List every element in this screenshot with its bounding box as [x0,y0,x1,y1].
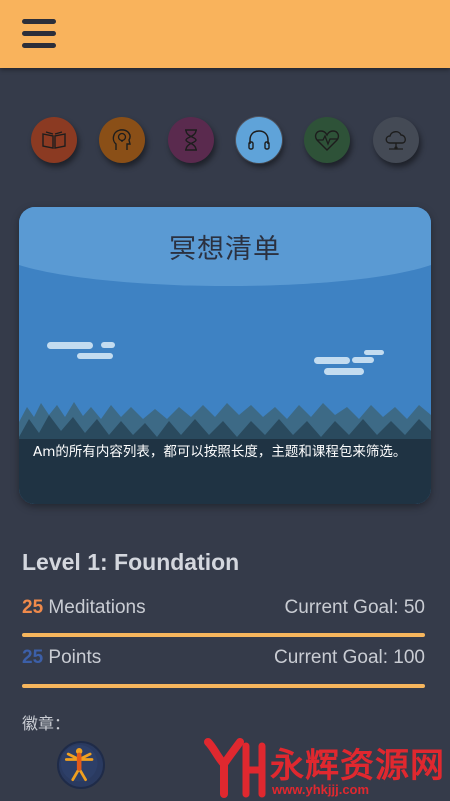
meditations-label: Meditations [43,597,146,618]
card-title: 冥想清单 [169,234,281,265]
badge-item[interactable] [57,741,105,789]
category-audio-button[interactable] [236,117,282,163]
meditations-progress-bar [22,633,425,637]
category-health-button[interactable] [304,117,350,163]
open-book-icon [42,131,66,149]
meditations-goal: Current Goal: 50 [284,597,425,618]
points-progress-bar [22,684,425,688]
meditations-count: 25 [22,597,44,618]
vitruvian-man-icon [60,744,98,782]
cloud-network-icon [385,131,406,150]
level-title: Level 1: Foundation [22,549,240,575]
category-timer-button[interactable] [168,117,214,163]
category-books-button[interactable] [31,117,77,163]
card-description: Am的所有内容列表，都可以按照长度，主题和课程包来筛选。 [33,444,407,460]
hamburger-menu-icon[interactable] [22,17,56,51]
points-stat-row: 25 Points Current Goal: 100 [22,647,425,677]
watermark-logo-icon [204,738,266,798]
app-bar [0,0,450,68]
category-row [0,117,450,165]
category-cloud-button[interactable] [373,117,419,163]
heartbeat-icon [314,130,340,151]
points-goal: Current Goal: 100 [273,647,425,668]
watermark-url: www.yhkjjj.com [272,782,370,797]
headphones-icon [248,130,270,150]
points-count: 25 [22,647,44,668]
head-bulb-icon [112,129,131,150]
badges-label: 徽章： [22,714,71,733]
category-mind-button[interactable] [99,117,145,163]
points-label: Points [43,647,102,668]
meditation-list-card[interactable]: 冥想清单 Am的所有内容列表，都可以按照长度，主题和课程包来筛选。 [19,207,431,504]
meditations-stat-row: 25 Meditations Current Goal: 50 [22,597,425,627]
site-watermark: 永辉资源网 www.yhkjjj.com [200,736,450,801]
watermark-text: 永辉资源网 [270,746,445,786]
hourglass-icon [185,129,197,151]
